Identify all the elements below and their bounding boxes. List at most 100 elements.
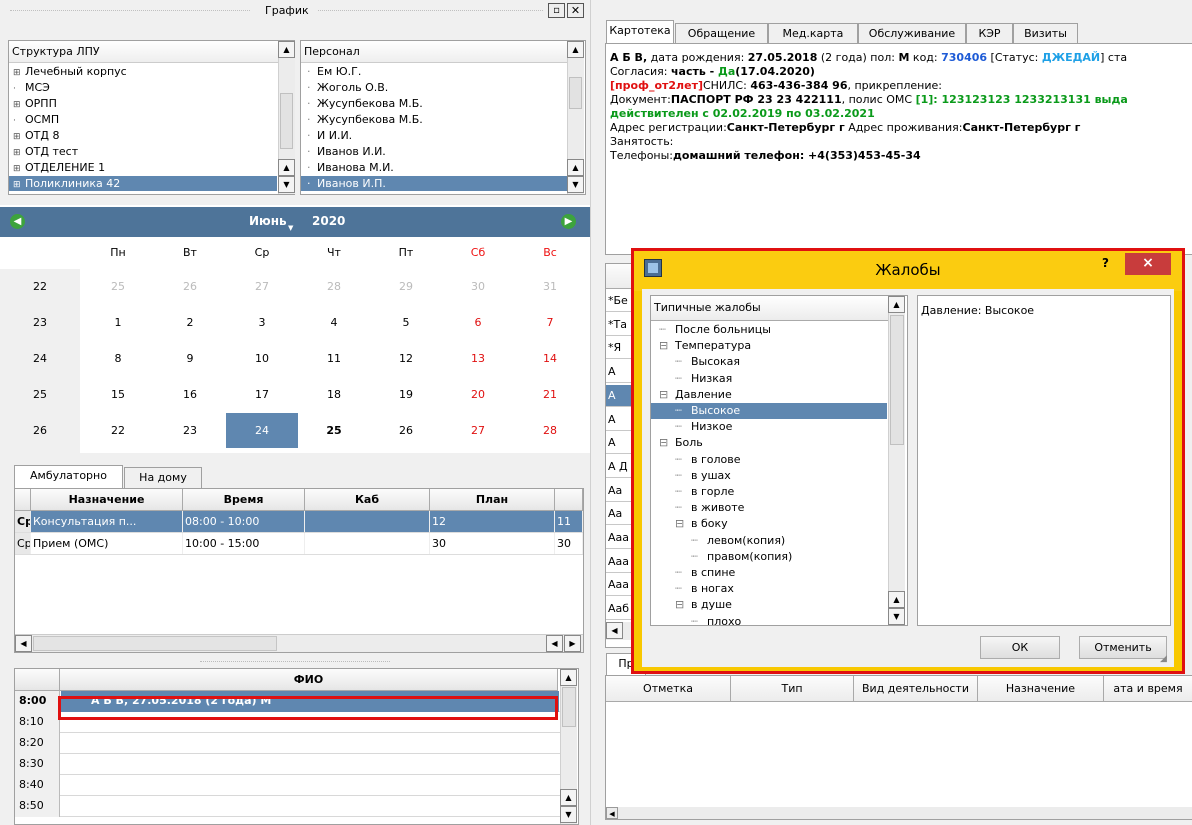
structure-item[interactable]: · МСЭ	[9, 80, 277, 95]
col-header-cab[interactable]: Каб	[305, 489, 430, 511]
calendar-day[interactable]: 27	[226, 269, 298, 304]
staff-item[interactable]: · Жусупбекова М.Б.	[301, 96, 567, 111]
structure-item[interactable]: ⊞ Лечебный корпус	[9, 64, 277, 79]
bottom-col-header[interactable]: ата и время	[1104, 676, 1192, 701]
collapse-icon[interactable]: ⊟	[659, 338, 668, 354]
calendar-day[interactable]: 26	[154, 269, 226, 304]
collapse-icon[interactable]: ⊟	[659, 435, 668, 451]
tree-item[interactable]: ┈ в горле	[651, 484, 887, 500]
status-value[interactable]: ДЖЕДАЙ	[1042, 51, 1100, 64]
reception-row[interactable]: Ср Прием (ОМС) 10:00 - 15:00 30 30	[15, 533, 583, 555]
expand-icon[interactable]: ⊞	[13, 98, 25, 113]
staff-item[interactable]: · Иванов И.И.	[301, 144, 567, 159]
tree-header[interactable]: Типичные жалобы	[651, 296, 888, 321]
calendar-day[interactable]: 10	[226, 341, 298, 376]
calendar-day[interactable]: 19	[370, 377, 442, 412]
calendar-day[interactable]: 12	[370, 341, 442, 376]
scroll-right-icon[interactable]: ▶	[564, 635, 581, 652]
expand-icon[interactable]: ⊞	[13, 146, 25, 161]
cancel-button[interactable]: Отменить	[1079, 636, 1167, 659]
tree-item[interactable]: ┈ в ногах	[651, 581, 887, 597]
tree-item[interactable]: ┈ После больницы	[651, 324, 887, 338]
slot-patient[interactable]	[61, 754, 559, 775]
staff-item[interactable]: · Ем Ю.Г.	[301, 64, 567, 79]
month-dropdown-icon[interactable]: ▼	[288, 224, 293, 232]
staff-item[interactable]: · Иванова М.И.	[301, 160, 567, 175]
col-header-plan[interactable]: План	[430, 489, 555, 511]
tab-visits[interactable]: Визиты	[1013, 23, 1078, 44]
expand-icon[interactable]: ⊞	[13, 66, 25, 81]
staff-list[interactable]: Персонал · Ем Ю.Г. · Жоголь О.В. · Жусупбеков…	[300, 40, 586, 195]
structure-item[interactable]: ⊞ ОРПП	[9, 96, 277, 111]
staff-scrollbar[interactable]: ▲ ▲ ▼	[567, 41, 584, 194]
staff-item[interactable]: · Иванов И.П.	[301, 176, 567, 191]
tree-item[interactable]: ┈ плохо	[651, 614, 887, 625]
calendar-day[interactable]: 25	[298, 413, 370, 448]
calendar-day[interactable]: 21	[514, 377, 586, 412]
dialog-titlebar[interactable]: Жалобы ? ×	[634, 251, 1182, 291]
complaints-tree[interactable]: Типичные жалобы ┈ После больницы ⊟ Температ…	[650, 295, 908, 626]
calendar-day[interactable]: 28	[514, 413, 586, 448]
scroll-thumb[interactable]	[562, 687, 576, 727]
bottom-col-header[interactable]: Отметка	[606, 676, 731, 701]
scroll-left-icon[interactable]: ◀	[606, 622, 623, 639]
scroll-thumb[interactable]	[569, 77, 582, 109]
tree-item[interactable]: ┈ правом(копия)	[651, 549, 887, 565]
scroll-down-icon[interactable]: ▼	[888, 608, 905, 625]
scroll-up-icon[interactable]: ▲	[560, 789, 577, 806]
scroll-down-icon[interactable]: ▼	[567, 176, 584, 193]
calendar-day[interactable]: 6	[442, 305, 514, 340]
calendar-day[interactable]: 15	[82, 377, 154, 412]
tree-item[interactable]: ⊟ в душе	[651, 597, 887, 613]
calendar-day[interactable]: 4	[298, 305, 370, 340]
expand-icon[interactable]: ⊞	[13, 162, 25, 177]
col-header-fio[interactable]: ФИО	[60, 669, 558, 691]
scroll-up-icon[interactable]: ▲	[888, 591, 905, 608]
calendar-day[interactable]: 16	[154, 377, 226, 412]
scroll-up-icon[interactable]: ▲	[278, 41, 295, 58]
help-icon[interactable]: ?	[1102, 256, 1109, 270]
calendar-day[interactable]: 11	[298, 341, 370, 376]
tree-item[interactable]: ┈ Низкое	[651, 419, 887, 435]
calendar-day[interactable]: 3	[226, 305, 298, 340]
calendar-day[interactable]: 26	[370, 413, 442, 448]
close-icon[interactable]: ×	[1125, 253, 1171, 275]
expand-icon[interactable]: ⊞	[13, 178, 25, 193]
calendar-day[interactable]: 29	[370, 269, 442, 304]
calendar-day[interactable]: 17	[226, 377, 298, 412]
scroll-up-icon[interactable]: ▲	[560, 669, 577, 686]
calendar-day[interactable]: 18	[298, 377, 370, 412]
calendar-day[interactable]: 8	[82, 341, 154, 376]
tab-ker[interactable]: КЭР	[966, 23, 1013, 44]
slot-patient[interactable]	[61, 796, 559, 817]
tab-medcard[interactable]: Мед.карта	[768, 23, 858, 44]
bottom-col-header[interactable]: Тип	[731, 676, 854, 701]
tree-item[interactable]: ┈ Высокая	[651, 354, 887, 370]
tree-item[interactable]: ┈ левом(копия)	[651, 533, 887, 549]
structure-scrollbar[interactable]: ▲ ▲ ▼	[278, 41, 295, 194]
col-header-time[interactable]: Время	[183, 489, 305, 511]
tab-ambulatory[interactable]: Амбулаторно	[14, 465, 123, 488]
close-panel-icon[interactable]: ✕	[567, 3, 584, 18]
complaint-text-area[interactable]: Давление: Высокое	[917, 295, 1171, 626]
scroll-thumb[interactable]	[890, 315, 904, 445]
calendar-day[interactable]: 27	[442, 413, 514, 448]
scroll-up-icon[interactable]: ▲	[567, 41, 584, 58]
tab-service[interactable]: Обслуживание	[858, 23, 966, 44]
scroll-left-icon[interactable]: ◀	[15, 635, 32, 652]
calendar-day[interactable]: 9	[154, 341, 226, 376]
tree-item[interactable]: ⊟ Боль	[651, 435, 887, 451]
tab-home[interactable]: На дому	[124, 467, 202, 488]
scroll-thumb[interactable]	[280, 93, 293, 149]
slot-row[interactable]: 8:50	[15, 796, 560, 817]
calendar-day-selected[interactable]: 24	[226, 413, 298, 448]
structure-item[interactable]: ⊞ ОТДЕЛЕНИЕ 1	[9, 160, 277, 175]
prev-month-icon[interactable]: ◀	[10, 214, 25, 229]
calendar-day[interactable]: 22	[82, 413, 154, 448]
structure-list[interactable]: Структура ЛПУ ⊞ Лечебный корпус · МСЭ ⊞ ОРПП ·…	[8, 40, 295, 195]
tree-item[interactable]: ⊟ Давление	[651, 387, 887, 403]
tree-item[interactable]: ┈ Высокое	[651, 403, 887, 419]
scroll-left-icon[interactable]: ◀	[546, 635, 563, 652]
calendar-day[interactable]: 25	[82, 269, 154, 304]
consent-yes[interactable]: Да	[718, 65, 735, 78]
